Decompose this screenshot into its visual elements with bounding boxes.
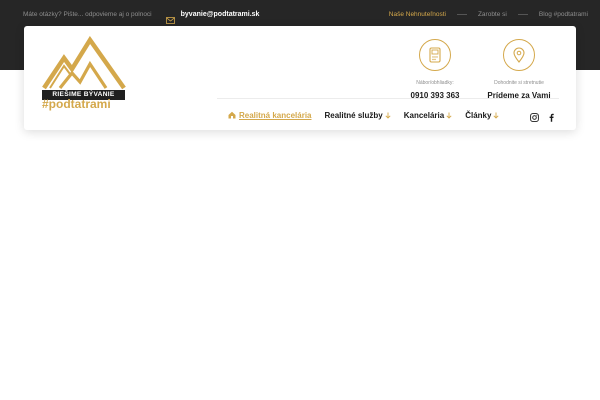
top-link-blog[interactable]: Blog #podtatrami xyxy=(539,11,588,18)
nav-label: Realitná kancelária xyxy=(239,110,312,120)
facebook-icon[interactable] xyxy=(547,109,556,122)
logo[interactable]: RIEŠIME BÝVANIE #podtatrami xyxy=(42,36,126,111)
contact-phone-label: Nábor/obhliadky: xyxy=(414,80,456,86)
nav-label: Kancelária xyxy=(403,110,445,120)
contact-meeting[interactable]: Dohodnite si stretnutie Prídeme za Vami xyxy=(481,39,557,100)
top-link-properties[interactable]: Naše Nehnuteľnosti xyxy=(389,11,446,18)
mail-icon xyxy=(165,11,175,24)
contact-phone[interactable]: Nábor/obhliadky: 0910 393 363 xyxy=(404,39,466,100)
home-icon xyxy=(228,111,236,119)
map-pin-circle xyxy=(503,39,535,71)
arrow-down-icon xyxy=(385,112,391,119)
contact-meeting-label: Dohodnite si stretnutie xyxy=(492,80,546,86)
arrow-down-icon xyxy=(493,112,499,119)
arrow-down-icon xyxy=(446,112,452,119)
top-contact: Máte otázky? Pište... odpovieme aj o pol… xyxy=(23,9,260,24)
nav-item-kancelaria[interactable]: Kancelária xyxy=(404,111,452,120)
phone-icon xyxy=(429,47,441,63)
top-separator xyxy=(456,13,467,15)
header-card: RIEŠIME BÝVANIE #podtatrami Nábor/obhlia… xyxy=(24,26,576,130)
instagram-icon[interactable] xyxy=(530,109,539,122)
top-link-earn[interactable]: Zarobte si xyxy=(478,11,507,18)
nav-label: Realitné služby xyxy=(324,110,383,120)
nav-label: Články xyxy=(465,110,492,120)
nav-item-realitna-kancelaria[interactable]: Realitná kancelária xyxy=(228,111,311,120)
social-links xyxy=(522,109,556,122)
map-pin-icon xyxy=(513,47,525,63)
top-note: Máte otázky? Pište... odpovieme aj o pol… xyxy=(23,10,152,18)
nav-item-clanky[interactable]: Články xyxy=(465,111,499,120)
email-link[interactable]: byvanie@podtatrami.sk xyxy=(181,11,260,18)
phone-circle xyxy=(419,39,451,71)
nav-divider xyxy=(217,98,559,99)
logo-tagline: #podtatrami xyxy=(42,97,111,111)
top-separator xyxy=(517,13,528,15)
main-nav: Realitná kancelária Realitné služby Kanc… xyxy=(228,109,512,121)
top-links: Naše Nehnuteľnosti Zarobte si Blog #podt… xyxy=(389,9,588,19)
mountain-logo-icon xyxy=(42,36,126,90)
nav-item-realitne-sluzby[interactable]: Realitné služby xyxy=(324,110,391,120)
